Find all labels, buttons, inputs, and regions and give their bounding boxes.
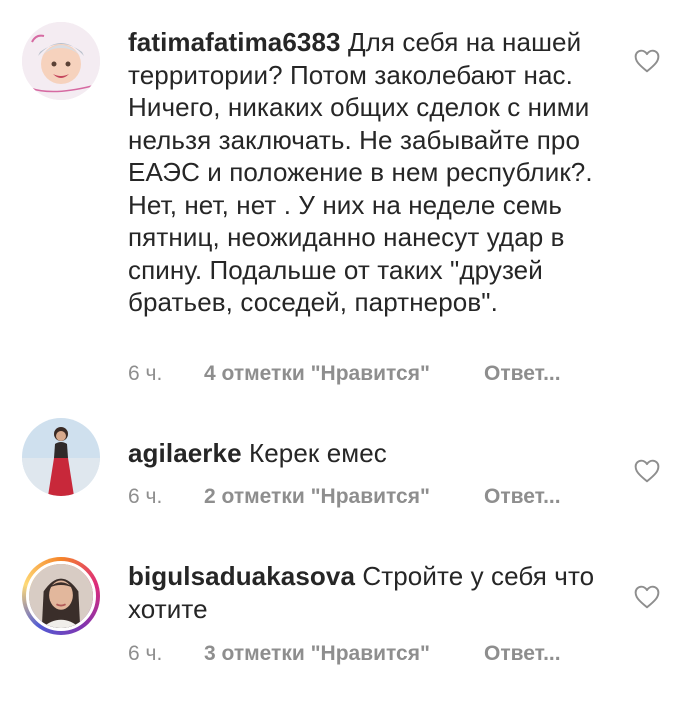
comment-text: bigulsaduakasova Стройте у себя что хоти… xyxy=(128,560,608,625)
comment-meta: 6 ч. 2 отметки "Нравится" Ответ... xyxy=(128,485,561,509)
comment-text: fatimafatima6383 Для себя на нашей терри… xyxy=(128,26,608,319)
comment-time[interactable]: 6 ч. xyxy=(128,642,204,666)
reply-button[interactable]: Ответ... xyxy=(484,362,561,386)
comment-likes[interactable]: 3 отметки "Нравится" xyxy=(204,642,484,666)
comment-likes[interactable]: 4 отметки "Нравится" xyxy=(204,362,484,386)
comment-meta: 6 ч. 4 отметки "Нравится" Ответ... xyxy=(128,362,561,386)
comment-text: agilaerke Керек емес xyxy=(128,437,608,470)
comment-body: Для себя на нашей территории? Потом зако… xyxy=(128,27,593,317)
avatar[interactable] xyxy=(22,557,100,635)
comment-username[interactable]: bigulsaduakasova xyxy=(128,561,355,591)
heart-outline-icon[interactable] xyxy=(634,585,660,609)
comment-meta: 6 ч. 3 отметки "Нравится" Ответ... xyxy=(128,642,561,666)
reply-button[interactable]: Ответ... xyxy=(484,642,561,666)
heart-outline-icon[interactable] xyxy=(634,459,660,483)
avatar[interactable] xyxy=(22,22,100,100)
heart-outline-icon[interactable] xyxy=(634,49,660,73)
comment-likes[interactable]: 2 отметки "Нравится" xyxy=(204,485,484,509)
comment-body: Керек емес xyxy=(248,438,387,468)
comment-time[interactable]: 6 ч. xyxy=(128,485,204,509)
avatar-image xyxy=(26,561,96,631)
comment-username[interactable]: fatimafatima6383 xyxy=(128,27,341,57)
reply-button[interactable]: Ответ... xyxy=(484,485,561,509)
comment-username[interactable]: agilaerke xyxy=(128,438,242,468)
comment-time[interactable]: 6 ч. xyxy=(128,362,204,386)
avatar[interactable] xyxy=(22,418,100,496)
